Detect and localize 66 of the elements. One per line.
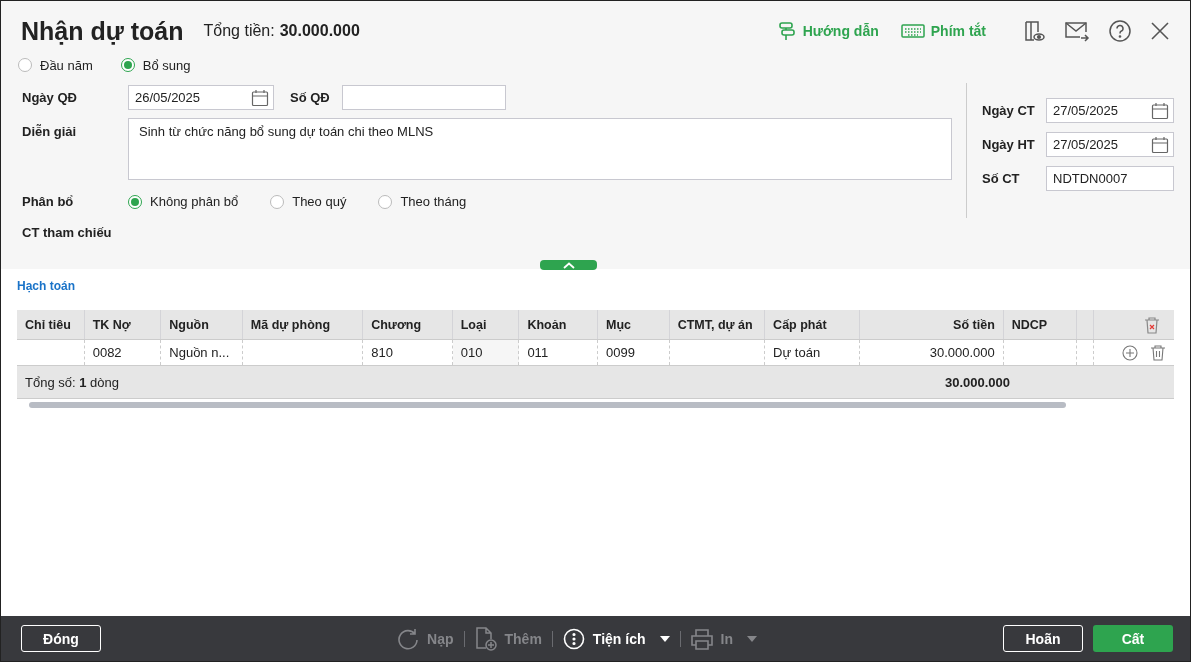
section-tab[interactable]: Hạch toán xyxy=(17,279,75,293)
print-icon xyxy=(690,627,713,650)
delete-icon[interactable] xyxy=(1150,344,1166,361)
column-header: Nguồn xyxy=(161,310,243,339)
type-radio[interactable]: Đầu năm xyxy=(18,57,93,73)
total-label: Tổng tiền: xyxy=(203,22,275,40)
field-label: Số CT xyxy=(982,171,1021,186)
more-icon xyxy=(562,627,585,650)
calendar-icon xyxy=(251,88,269,107)
table-cell: Dự toán xyxy=(765,340,860,365)
input-field[interactable] xyxy=(342,85,506,110)
column-header: TK Nợ xyxy=(84,310,162,339)
column-header: Mã dự phòng xyxy=(242,310,364,339)
chevron-up-icon xyxy=(562,261,575,269)
description-field[interactable]: Sinh từ chức năng bổ sung dự toán chi theo MLNS xyxy=(128,118,952,180)
signpost-icon xyxy=(776,21,797,41)
field-label: Số QĐ xyxy=(289,90,331,105)
keyboard-icon xyxy=(900,23,925,39)
table-cell: 30.000.000 xyxy=(859,340,1004,365)
field-label: Ngày HT xyxy=(982,137,1036,152)
column-header: Loại xyxy=(452,310,520,339)
allocation-radio[interactable]: Không phân bổ xyxy=(128,194,239,209)
calendar-icon xyxy=(1151,101,1169,120)
field-label: Diễn giải xyxy=(21,123,78,139)
mail-forward-icon[interactable] xyxy=(1064,20,1090,42)
window-title: Nhận dự toán xyxy=(21,16,184,46)
calendar-icon xyxy=(1151,135,1169,154)
total-value: 30.000.000 xyxy=(279,22,360,40)
table-cell: 010 xyxy=(452,340,520,365)
column-header: Số tiền xyxy=(859,310,1004,339)
column-header: CTMT, dự án xyxy=(669,310,766,339)
column-header: Mục xyxy=(598,310,670,339)
add-row-icon[interactable] xyxy=(1122,344,1138,361)
type-radio[interactable]: Bổ sung xyxy=(120,57,191,73)
close-icon[interactable] xyxy=(1150,21,1170,41)
collapse-toggle[interactable] xyxy=(540,260,597,270)
field-label: Ngày QĐ xyxy=(21,90,78,105)
column-header: NDCP xyxy=(1003,310,1078,339)
more-button[interactable]: Tiện ích xyxy=(552,627,680,650)
field-label: Phân bổ xyxy=(21,194,75,209)
allocation-radio[interactable]: Theo tháng xyxy=(378,194,467,209)
row-count: Tổng số: 1 dòng xyxy=(24,374,120,390)
date-field[interactable]: 27/05/2025 xyxy=(1046,98,1174,123)
date-field[interactable]: 26/05/2025 xyxy=(128,85,274,110)
column-header: Chỉ tiêu xyxy=(17,310,85,339)
field-label: CT tham chiếu xyxy=(21,225,113,240)
allocation-radio[interactable]: Theo quý xyxy=(270,194,347,209)
column-header: Khoản xyxy=(519,310,598,339)
column-header: Cấp phát xyxy=(765,310,860,339)
table-cell: 810 xyxy=(363,340,453,365)
table-cell: 0099 xyxy=(598,340,670,365)
field-label: Ngày CT xyxy=(982,103,1036,118)
view-icon[interactable] xyxy=(1022,19,1046,43)
total-amount: 30.000.000 xyxy=(943,374,1010,390)
postpone-button[interactable]: Hoãn xyxy=(1003,625,1083,652)
close-button[interactable]: Đóng xyxy=(21,625,101,652)
help-icon[interactable] xyxy=(1108,19,1132,43)
column-header: Chương xyxy=(363,310,453,339)
table-cell: 0082 xyxy=(84,340,162,365)
date-field[interactable]: 27/05/2025 xyxy=(1046,132,1174,157)
add-file-icon xyxy=(474,626,497,651)
table-cell: Nguồn n... xyxy=(161,340,243,365)
delete-all-icon[interactable] xyxy=(1144,315,1160,334)
table-cell: 011 xyxy=(519,340,598,365)
reload-icon xyxy=(397,627,420,650)
input-field[interactable]: NDTDN0007 xyxy=(1046,166,1174,191)
